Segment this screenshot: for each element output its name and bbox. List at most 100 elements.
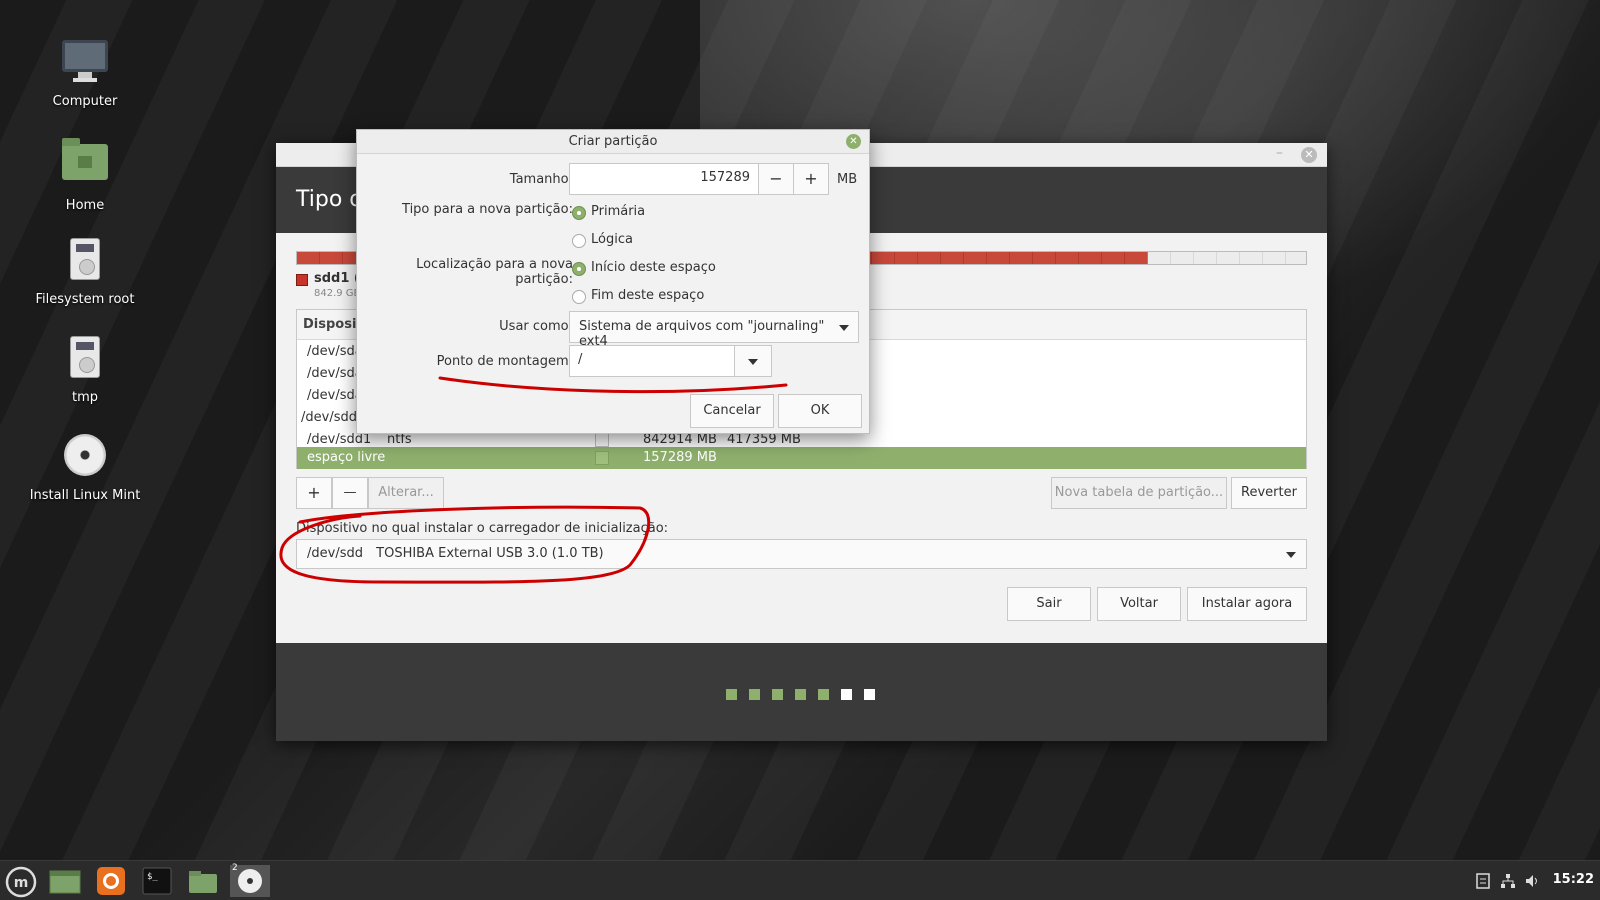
row-type: ntfs bbox=[387, 432, 412, 447]
drive-icon bbox=[61, 238, 109, 286]
size-unit: MB bbox=[837, 172, 858, 187]
progress-step bbox=[726, 689, 737, 700]
svg-text:m: m bbox=[14, 875, 29, 891]
terminal-launcher[interactable]: $_ bbox=[140, 865, 176, 897]
row-device: /dev/sdd1 bbox=[307, 432, 372, 447]
svg-text:$_: $_ bbox=[147, 872, 158, 882]
terminal-icon: $_ bbox=[142, 867, 172, 895]
firefox-icon bbox=[97, 867, 125, 895]
size-decrement-button[interactable]: − bbox=[758, 163, 794, 195]
mount-point-label: Ponto de montagem: bbox=[436, 354, 573, 369]
progress-step bbox=[864, 689, 875, 700]
taskbar: m $_ 2 15:22 bbox=[0, 860, 1600, 900]
progress-step bbox=[749, 689, 760, 700]
type-primary-radio[interactable] bbox=[572, 206, 586, 220]
ok-button[interactable]: OK bbox=[778, 394, 862, 428]
row-size: 157289 MB bbox=[643, 450, 717, 465]
progress-dots bbox=[726, 689, 875, 700]
chevron-down-icon bbox=[1286, 552, 1296, 558]
size-input[interactable]: 157289 bbox=[569, 163, 759, 195]
desktop-icon-filesystem-root[interactable]: Filesystem root bbox=[10, 236, 160, 307]
workspace-badge: 2 bbox=[232, 863, 238, 873]
bootloader-label: Dispositivo no qual instalar o carregado… bbox=[296, 521, 669, 536]
bootloader-device-select[interactable]: /dev/sdd TOSHIBA External USB 3.0 (1.0 T… bbox=[296, 539, 1307, 569]
row-size: 842914 MB bbox=[643, 432, 717, 447]
mint-logo-icon: m bbox=[5, 866, 37, 898]
disc-icon bbox=[61, 434, 109, 482]
add-partition-button[interactable]: + bbox=[296, 477, 332, 509]
clock[interactable]: 15:22 bbox=[1553, 872, 1594, 887]
location-end-label[interactable]: Fim deste espaço bbox=[591, 288, 704, 303]
row-device: /dev/sda bbox=[307, 388, 363, 403]
progress-step bbox=[818, 689, 829, 700]
drive-icon bbox=[61, 336, 109, 384]
format-checkbox[interactable] bbox=[595, 433, 609, 447]
format-checkbox[interactable] bbox=[595, 451, 609, 465]
folder-icon bbox=[189, 871, 217, 893]
mount-point-dropdown-button[interactable] bbox=[734, 345, 772, 377]
desktop-icon-install-linux-mint[interactable]: Install Linux Mint bbox=[10, 432, 160, 503]
mount-point-input[interactable]: / bbox=[569, 345, 735, 377]
bootloader-device: /dev/sdd bbox=[307, 546, 363, 561]
change-partition-button[interactable]: Alterar... bbox=[368, 477, 444, 509]
use-as-select[interactable]: Sistema de arquivos com "journaling" ext… bbox=[569, 311, 859, 349]
installer-task[interactable]: 2 bbox=[230, 863, 270, 897]
progress-step bbox=[772, 689, 783, 700]
desktop-icon-label: Install Linux Mint bbox=[29, 488, 141, 503]
type-logical-label[interactable]: Lógica bbox=[591, 232, 633, 247]
progress-step bbox=[841, 689, 852, 700]
desktop-icon-label: Filesystem root bbox=[35, 292, 135, 307]
show-desktop-button[interactable] bbox=[48, 865, 84, 897]
desktop-icon-label: tmp bbox=[71, 390, 98, 405]
desktop-icon-computer[interactable]: Computer bbox=[10, 40, 160, 109]
location-end-radio[interactable] bbox=[572, 290, 586, 304]
partition-legend-size: 842.9 GB bbox=[314, 288, 361, 299]
desktop-icon-tmp[interactable]: tmp bbox=[10, 334, 160, 405]
dialog-title: Criar partição bbox=[568, 134, 658, 149]
cancel-button[interactable]: Cancelar bbox=[690, 394, 774, 428]
partition-location-label: Localização para a nova partição: bbox=[416, 257, 573, 287]
type-logical-radio[interactable] bbox=[572, 234, 586, 248]
use-as-label: Usar como: bbox=[499, 319, 573, 334]
progress-step bbox=[795, 689, 806, 700]
desktop-icon-label: Home bbox=[65, 198, 105, 213]
home-folder-icon bbox=[61, 138, 109, 192]
files-launcher[interactable] bbox=[186, 865, 222, 897]
computer-icon bbox=[61, 40, 109, 88]
location-start-radio[interactable] bbox=[572, 262, 586, 276]
partition-type-label: Tipo para a nova partição: bbox=[402, 202, 573, 217]
bootloader-device-description: TOSHIBA External USB 3.0 (1.0 TB) bbox=[376, 546, 604, 561]
desktop-icon-home[interactable]: Home bbox=[10, 138, 160, 213]
volume-icon[interactable] bbox=[1524, 873, 1540, 893]
partition-legend-swatch bbox=[296, 274, 308, 286]
installer-footer bbox=[276, 643, 1327, 741]
firefox-launcher[interactable] bbox=[94, 865, 130, 897]
chevron-down-icon bbox=[748, 359, 758, 365]
notes-icon[interactable] bbox=[1476, 873, 1490, 893]
row-device: espaço livre bbox=[307, 450, 386, 465]
row-device: /dev/sda bbox=[307, 344, 363, 359]
close-icon[interactable]: ✕ bbox=[1301, 147, 1317, 163]
install-now-button[interactable]: Instalar agora bbox=[1187, 587, 1307, 621]
size-increment-button[interactable]: + bbox=[793, 163, 829, 195]
network-icon[interactable] bbox=[1500, 873, 1516, 893]
row-used: 417359 MB bbox=[727, 432, 801, 447]
remove-partition-button[interactable]: — bbox=[332, 477, 368, 509]
size-label: Tamanho: bbox=[509, 172, 573, 187]
row-device: /dev/sda bbox=[307, 366, 363, 381]
row-device: /dev/sdd bbox=[301, 410, 357, 425]
desktop-icon bbox=[49, 870, 81, 894]
desktop-icon-label: Computer bbox=[52, 94, 118, 109]
minimize-icon[interactable]: – bbox=[1276, 145, 1283, 161]
menu-button[interactable]: m bbox=[4, 865, 40, 898]
dialog-titlebar: Criar partição ✕ bbox=[357, 130, 869, 154]
type-primary-label[interactable]: Primária bbox=[591, 204, 645, 219]
quit-button[interactable]: Sair bbox=[1007, 587, 1091, 621]
revert-button[interactable]: Reverter bbox=[1231, 477, 1307, 509]
close-icon[interactable]: ✕ bbox=[846, 134, 861, 149]
back-button[interactable]: Voltar bbox=[1097, 587, 1181, 621]
new-partition-table-button[interactable]: Nova tabela de partição... bbox=[1051, 477, 1227, 509]
table-row-selected[interactable]: espaço livre 157289 MB bbox=[297, 447, 1306, 469]
chevron-down-icon bbox=[839, 325, 849, 331]
location-start-label[interactable]: Início deste espaço bbox=[591, 260, 716, 275]
